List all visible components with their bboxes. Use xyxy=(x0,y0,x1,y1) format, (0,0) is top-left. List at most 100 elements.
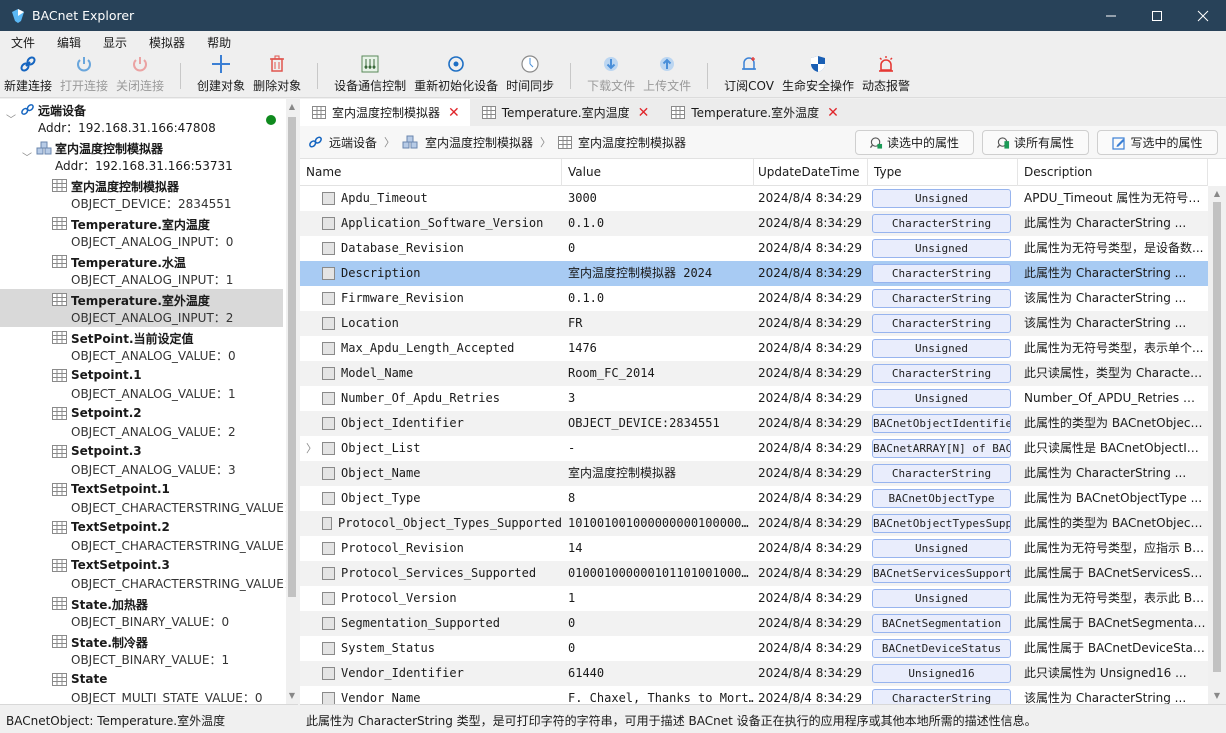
subscribe-cov-button[interactable]: 订阅COV xyxy=(720,53,778,97)
close-tab-icon[interactable]: ✕ xyxy=(638,105,650,121)
row-checkbox[interactable] xyxy=(322,642,335,655)
breadcrumb-item-device[interactable]: 室内温度控制模拟器 xyxy=(402,134,533,151)
new-connection-button[interactable]: 新建连接 xyxy=(0,53,56,97)
tree-node-object[interactable]: Setpoint.3 OBJECT_ANALOG_VALUE：3 xyxy=(0,441,283,479)
time-sync-button[interactable]: 时间同步 xyxy=(502,53,558,97)
breadcrumb-item-object[interactable]: 室内温度控制模拟器 xyxy=(558,134,686,151)
create-object-button[interactable]: 创建对象 xyxy=(193,53,249,97)
tree-node-object[interactable]: TextSetpoint.1 OBJECT_CHARACTERSTRING_VAL… xyxy=(0,479,296,517)
scroll-down-icon[interactable]: ▼ xyxy=(288,692,296,700)
life-safety-button[interactable]: 生命安全操作 xyxy=(778,53,858,97)
property-row[interactable]: 〉 Object_List - 2024/8/4 8:34:29 BACnetARRAY… xyxy=(300,436,1208,461)
property-row[interactable]: Segmentation_Supported 0 2024/8/4 8:34:29 B… xyxy=(300,611,1208,636)
dynamic-alarm-button[interactable]: 动态报警 xyxy=(858,53,914,97)
maximize-button[interactable] xyxy=(1134,0,1180,31)
property-row[interactable]: Description 室内温度控制模拟器 2024 2024/8/4 8:34:2… xyxy=(300,261,1208,286)
open-connection-button[interactable]: 打开连接 xyxy=(56,53,112,97)
property-row[interactable]: Max_Apdu_Length_Accepted 1476 2024/8/4 8:3… xyxy=(300,336,1208,361)
upload-file-button[interactable]: 上传文件 xyxy=(639,53,695,97)
property-row[interactable]: Number_Of_Apdu_Retries 3 2024/8/4 8:34:29 U… xyxy=(300,386,1208,411)
write-selected-button[interactable]: 写选中的属性 xyxy=(1097,130,1218,155)
row-checkbox[interactable] xyxy=(322,417,335,430)
column-header-name[interactable]: Name xyxy=(300,159,562,186)
row-checkbox[interactable] xyxy=(322,542,335,555)
property-row[interactable]: Application_Software_Version 0.1.0 2024/8/… xyxy=(300,211,1208,236)
property-row[interactable]: Firmware_Revision 0.1.0 2024/8/4 8:34:29 Ch… xyxy=(300,286,1208,311)
property-row[interactable]: Protocol_Version 1 2024/8/4 8:34:29 Unsigne… xyxy=(300,586,1208,611)
row-checkbox[interactable] xyxy=(322,392,335,405)
column-header-update-time[interactable]: UpdateDateTime xyxy=(754,159,868,186)
property-row[interactable]: Vendor_Name F. Chaxel, Thanks to Mort… 202… xyxy=(300,686,1208,704)
row-checkbox[interactable] xyxy=(322,442,335,455)
tree-node-object[interactable]: TextSetpoint.2 OBJECT_CHARACTERSTRING_VAL… xyxy=(0,517,296,555)
breadcrumb-item-remote-devices[interactable]: 远端设备 xyxy=(308,134,377,151)
row-checkbox[interactable] xyxy=(322,242,335,255)
row-checkbox[interactable] xyxy=(322,342,335,355)
download-file-button[interactable]: 下载文件 xyxy=(583,53,639,97)
chevron-right-icon[interactable]: 〉 xyxy=(306,436,317,461)
tab-device[interactable]: 室内温度控制模拟器 ✕ xyxy=(300,99,470,126)
tree-node-object[interactable]: Temperature.室外温度 OBJECT_ANALOG_INPUT：2 xyxy=(0,289,283,327)
row-checkbox[interactable] xyxy=(322,617,335,630)
scrollbar-thumb[interactable] xyxy=(288,117,296,597)
property-row[interactable]: Object_Name 室内温度控制模拟器 2024/8/4 8:34:29 Char… xyxy=(300,461,1208,486)
reinitialize-device-button[interactable]: 重新初始化设备 xyxy=(410,53,502,97)
tree-node-object[interactable]: Setpoint.1 OBJECT_ANALOG_VALUE：1 xyxy=(0,365,283,403)
row-checkbox[interactable] xyxy=(322,567,335,580)
device-comm-control-button[interactable]: 设备通信控制 xyxy=(330,53,410,97)
row-checkbox[interactable] xyxy=(322,367,335,380)
close-connection-button[interactable]: 关闭连接 xyxy=(112,53,168,97)
menu-help[interactable]: 帮助 xyxy=(196,34,242,51)
delete-object-button[interactable]: 删除对象 xyxy=(249,53,305,97)
row-checkbox[interactable] xyxy=(322,217,335,230)
grid-scrollbar[interactable]: ▲ ▼ xyxy=(1208,186,1226,704)
read-all-button[interactable]: 读所有属性 xyxy=(982,130,1089,155)
read-selected-button[interactable]: 读选中的属性 xyxy=(855,130,974,155)
property-row[interactable]: System_Status 0 2024/8/4 8:34:29 BACnetDevi… xyxy=(300,636,1208,661)
close-tab-icon[interactable]: ✕ xyxy=(448,105,460,121)
tree-node-object[interactable]: Temperature.水温 OBJECT_ANALOG_INPUT：1 xyxy=(0,251,283,289)
minimize-button[interactable] xyxy=(1088,0,1134,31)
row-checkbox[interactable] xyxy=(322,592,335,605)
tree-node-object[interactable]: State.制冷器 OBJECT_BINARY_VALUE：1 xyxy=(0,631,283,669)
property-row[interactable]: Location FR 2024/8/4 8:34:29 CharacterStrin… xyxy=(300,311,1208,336)
close-button[interactable] xyxy=(1180,0,1226,31)
column-header-description[interactable]: Description xyxy=(1018,159,1208,186)
chevron-down-icon[interactable]: ﹀ xyxy=(6,111,16,126)
scroll-down-icon[interactable]: ▼ xyxy=(1213,692,1221,700)
tab-outdoor-temperature[interactable]: Temperature.室外温度 ✕ xyxy=(659,99,849,126)
column-header-type[interactable]: Type xyxy=(868,159,1018,186)
tab-indoor-temperature[interactable]: Temperature.室内温度 ✕ xyxy=(470,99,660,126)
tree-node-object[interactable]: State.加热器 OBJECT_BINARY_VALUE：0 xyxy=(0,593,283,631)
tree-node-object[interactable]: Setpoint.2 OBJECT_ANALOG_VALUE：2 xyxy=(0,403,283,441)
menu-view[interactable]: 显示 xyxy=(92,34,138,51)
scrollbar-thumb[interactable] xyxy=(1213,202,1221,672)
row-checkbox[interactable] xyxy=(322,192,335,205)
menu-edit[interactable]: 编辑 xyxy=(46,34,92,51)
tree-node-object[interactable]: State OBJECT_MULTI_STATE_VALUE：0 xyxy=(0,669,283,704)
row-checkbox[interactable] xyxy=(322,692,335,704)
tree-node-remote-devices[interactable]: ﹀ 远端设备 Addr：192.168.31.166:47808 xyxy=(0,99,283,137)
row-checkbox[interactable] xyxy=(322,492,335,505)
property-row[interactable]: Database_Revision 0 2024/8/4 8:34:29 Unsign… xyxy=(300,236,1208,261)
row-checkbox[interactable] xyxy=(322,267,335,280)
row-checkbox[interactable] xyxy=(322,517,333,530)
scroll-up-icon[interactable]: ▲ xyxy=(288,103,296,111)
tree-node-object[interactable]: SetPoint.当前设定值 OBJECT_ANALOG_VALUE：0 xyxy=(0,327,283,365)
close-tab-icon[interactable]: ✕ xyxy=(827,105,839,121)
tree-node-device[interactable]: ﹀ 室内温度控制模拟器 Addr：192.168.31.166:53731 xyxy=(0,137,283,175)
property-row[interactable]: Vendor_Identifier 61440 2024/8/4 8:34:29 Un… xyxy=(300,661,1208,686)
property-row[interactable]: Protocol_Object_Types_Supported 101001001… xyxy=(300,511,1208,536)
tree-node-object[interactable]: 室内温度控制模拟器 OBJECT_DEVICE：2834551 xyxy=(0,175,283,213)
chevron-down-icon[interactable]: ﹀ xyxy=(22,149,32,164)
property-row[interactable]: Model_Name Room_FC_2014 2024/8/4 8:34:29 Ch… xyxy=(300,361,1208,386)
tree-scrollbar[interactable]: ▲ ▼ xyxy=(286,99,298,704)
menu-file[interactable]: 文件 xyxy=(0,34,46,51)
property-row[interactable]: Protocol_Revision 14 2024/8/4 8:34:29 Unsig… xyxy=(300,536,1208,561)
property-row[interactable]: Protocol_Services_Supported 0100010000001… xyxy=(300,561,1208,586)
row-checkbox[interactable] xyxy=(322,292,335,305)
tree-node-object[interactable]: Temperature.室内温度 OBJECT_ANALOG_INPUT：0 xyxy=(0,213,283,251)
property-row[interactable]: Object_Identifier OBJECT_DEVICE:2834551 20… xyxy=(300,411,1208,436)
scroll-up-icon[interactable]: ▲ xyxy=(1213,190,1221,198)
row-checkbox[interactable] xyxy=(322,667,335,680)
